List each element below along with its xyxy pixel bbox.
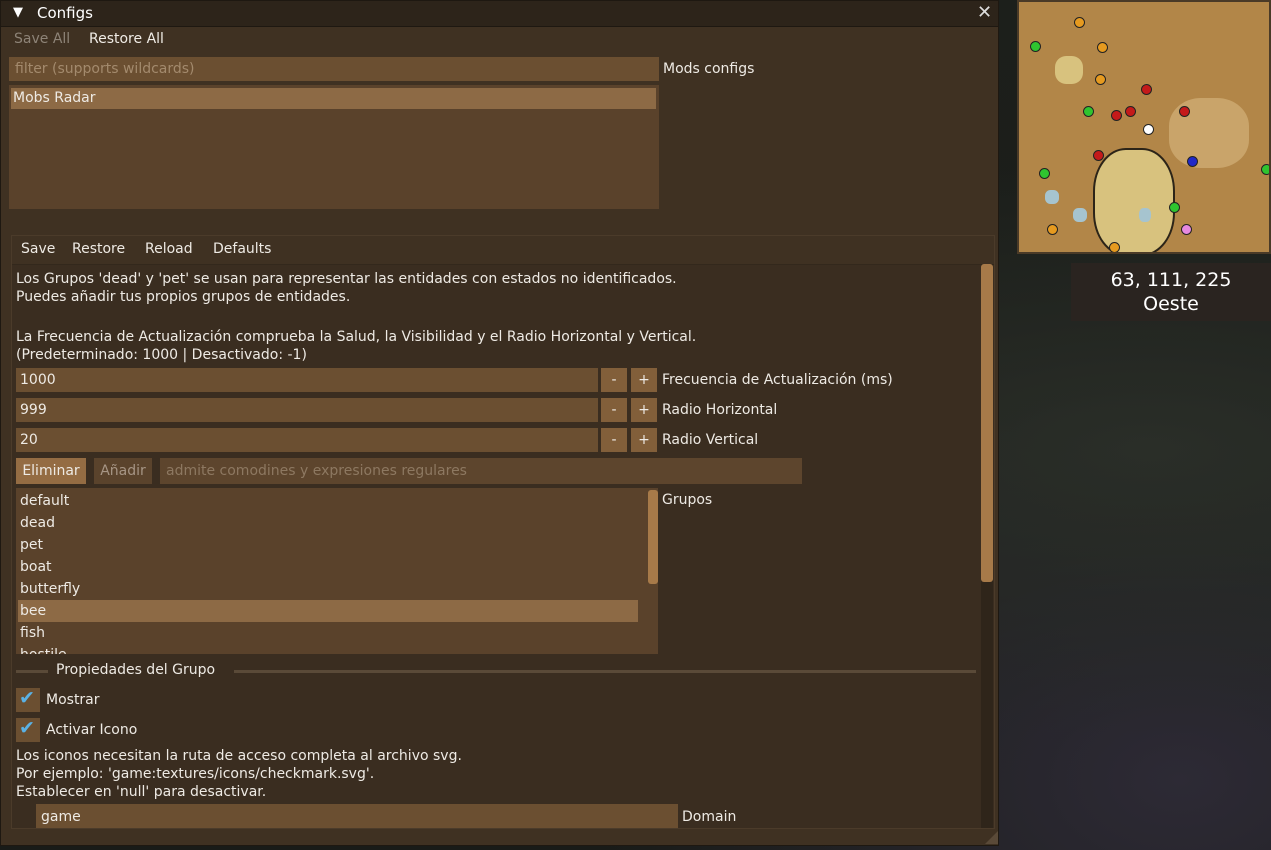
group-item-bee[interactable]: bee: [18, 600, 638, 622]
group-item-hostile[interactable]: hostile: [18, 644, 638, 654]
minimap-marker-hostile: [1093, 150, 1104, 161]
save-all-button[interactable]: Save All: [14, 31, 70, 47]
group-item-boat[interactable]: boat: [18, 556, 638, 578]
group-item-dead[interactable]: dead: [18, 512, 638, 534]
vertical-radius-field[interactable]: 20: [16, 428, 598, 452]
groups-list: default dead pet boat butterfly bee fish…: [16, 488, 658, 654]
update-frequency-field[interactable]: 1000: [16, 368, 598, 392]
resize-grip[interactable]: [985, 831, 998, 844]
checkmark-icon: ✔: [19, 717, 35, 739]
minimap-marker-passive: [1261, 164, 1269, 175]
groups-label: Grupos: [662, 492, 713, 508]
window-titlebar[interactable]: ▼ Configs ✕: [1, 1, 998, 27]
mods-list-item[interactable]: Mobs Radar: [11, 88, 656, 109]
enable-icon-label: Activar Icono: [46, 722, 138, 738]
update-frequency-label: Frecuencia de Actualización (ms): [662, 372, 893, 388]
coordinates-panel: 63, 111, 225 Oeste: [1071, 263, 1271, 321]
minimap-marker-passive: [1169, 202, 1180, 213]
minimap-marker-neutral: [1097, 42, 1108, 53]
group-item-default[interactable]: default: [18, 490, 638, 512]
panel-toolbar: Save Restore Reload Defaults: [12, 236, 994, 265]
restore-button[interactable]: Restore: [72, 241, 125, 257]
domain-input[interactable]: game: [36, 804, 678, 828]
minimap-player-marker: [1143, 124, 1154, 135]
minimap: [1017, 0, 1271, 254]
group-item-pet[interactable]: pet: [18, 534, 638, 556]
minimap-marker-passive: [1083, 106, 1094, 117]
icon-help-line: Establecer en 'null' para desactivar.: [16, 784, 267, 800]
mods-configs-label: Mods configs: [663, 61, 755, 77]
separator: [234, 670, 976, 673]
minimap-water-area: [1093, 148, 1175, 252]
window-title: Configs: [37, 4, 93, 22]
enable-icon-checkbox[interactable]: ✔: [16, 717, 40, 742]
remove-group-button[interactable]: Eliminar: [16, 458, 86, 484]
update-frequency-increment[interactable]: +: [631, 368, 657, 392]
minimap-ice-patch: [1045, 190, 1059, 204]
panel-scrollbar-thumb[interactable]: [981, 264, 993, 582]
group-item-butterfly[interactable]: butterfly: [18, 578, 638, 600]
group-item-fish[interactable]: fish: [18, 622, 638, 644]
minimap-marker-pet: [1181, 224, 1192, 235]
vertical-radius-decrement[interactable]: -: [601, 428, 627, 452]
minimap-ice-patch: [1073, 208, 1087, 222]
vertical-radius-increment[interactable]: +: [631, 428, 657, 452]
add-group-button[interactable]: Añadir: [94, 458, 152, 484]
checkmark-icon: ✔: [19, 687, 35, 709]
group-properties-title: Propiedades del Grupo: [56, 662, 216, 678]
horizontal-radius-decrement[interactable]: -: [601, 398, 627, 422]
panel-scrollbar[interactable]: [981, 264, 993, 828]
minimap-marker-neutral: [1074, 17, 1085, 28]
domain-label: Domain: [682, 809, 737, 825]
minimap-ice-patch: [1139, 208, 1151, 222]
collapse-triangle-icon[interactable]: ▼: [13, 5, 23, 20]
minimap-marker-hostile: [1141, 84, 1152, 95]
mods-list: Mobs Radar: [9, 85, 659, 209]
minimap-marker-hostile: [1125, 106, 1136, 117]
description-line: La Frecuencia de Actualización comprueba…: [16, 329, 697, 345]
show-checkbox[interactable]: ✔: [16, 687, 40, 712]
minimap-marker-neutral: [1109, 242, 1120, 252]
description-line: Puedes añadir tus propios grupos de enti…: [16, 289, 351, 305]
minimap-sand-patch: [1055, 56, 1083, 84]
mod-config-panel: Save Restore Reload Defaults Los Grupos …: [11, 235, 995, 829]
compass-direction: Oeste: [1143, 293, 1199, 315]
horizontal-radius-field[interactable]: 999: [16, 398, 598, 422]
separator: [16, 670, 48, 673]
horizontal-radius-label: Radio Horizontal: [662, 402, 778, 418]
minimap-marker-neutral: [1095, 74, 1106, 85]
icon-help-line: Por ejemplo: 'game:textures/icons/checkm…: [16, 766, 375, 782]
description-line: Los Grupos 'dead' y 'pet' se usan para r…: [16, 271, 677, 287]
minimap-marker-passive: [1039, 168, 1050, 179]
coordinates-readout: 63, 111, 225: [1110, 269, 1232, 291]
minimap-marker-passive: [1030, 41, 1041, 52]
reload-button[interactable]: Reload: [145, 241, 193, 257]
group-pattern-input[interactable]: [160, 458, 802, 484]
minimap-marker-hostile: [1111, 110, 1122, 121]
minimap-marker-other: [1187, 156, 1198, 167]
close-icon[interactable]: ✕: [977, 2, 992, 23]
mods-filter-input[interactable]: [9, 57, 659, 81]
description-line: (Predeterminado: 1000 | Desactivado: -1): [16, 347, 307, 363]
restore-all-button[interactable]: Restore All: [89, 31, 164, 47]
minimap-marker-hostile: [1179, 106, 1190, 117]
icon-help-line: Los iconos necesitan la ruta de acceso c…: [16, 748, 462, 764]
groups-scrollbar-thumb[interactable]: [648, 490, 658, 584]
minimap-marker-neutral: [1047, 224, 1058, 235]
defaults-button[interactable]: Defaults: [213, 241, 271, 257]
show-label: Mostrar: [46, 692, 100, 708]
vertical-radius-label: Radio Vertical: [662, 432, 759, 448]
save-button[interactable]: Save: [21, 241, 55, 257]
update-frequency-decrement[interactable]: -: [601, 368, 627, 392]
configs-window: ▼ Configs ✕ Save All Restore All Mods co…: [0, 0, 999, 846]
horizontal-radius-increment[interactable]: +: [631, 398, 657, 422]
